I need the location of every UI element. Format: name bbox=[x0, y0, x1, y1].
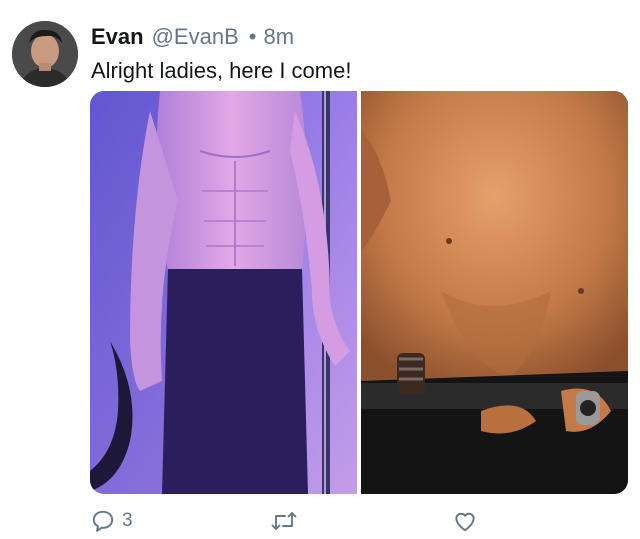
avatar-image bbox=[12, 21, 78, 87]
heart-icon bbox=[455, 512, 475, 532]
author-name[interactable]: Evan bbox=[91, 22, 144, 52]
tweet-actions: 3 bbox=[90, 508, 490, 536]
author-handle[interactable]: @EvanB bbox=[152, 22, 239, 52]
separator-dot: • bbox=[248, 24, 257, 49]
like-button[interactable] bbox=[452, 508, 478, 534]
tweet-text: Alright ladies, here I come! bbox=[91, 58, 352, 83]
retweet-button[interactable] bbox=[270, 508, 298, 534]
media-grid bbox=[90, 91, 628, 494]
photo-left-image bbox=[90, 91, 357, 494]
photo-right[interactable] bbox=[361, 91, 628, 494]
reply-count: 3 bbox=[122, 510, 133, 531]
retweet-icon bbox=[271, 512, 297, 530]
reply-icon bbox=[92, 510, 114, 532]
photo-left[interactable] bbox=[90, 91, 357, 494]
avatar[interactable] bbox=[12, 21, 78, 87]
tweet-header: Evan @EvanB • 8m bbox=[91, 22, 294, 52]
timestamp[interactable]: 8m bbox=[263, 22, 294, 52]
reply-button[interactable]: 3 bbox=[90, 508, 133, 534]
photo-right-image bbox=[361, 91, 628, 494]
